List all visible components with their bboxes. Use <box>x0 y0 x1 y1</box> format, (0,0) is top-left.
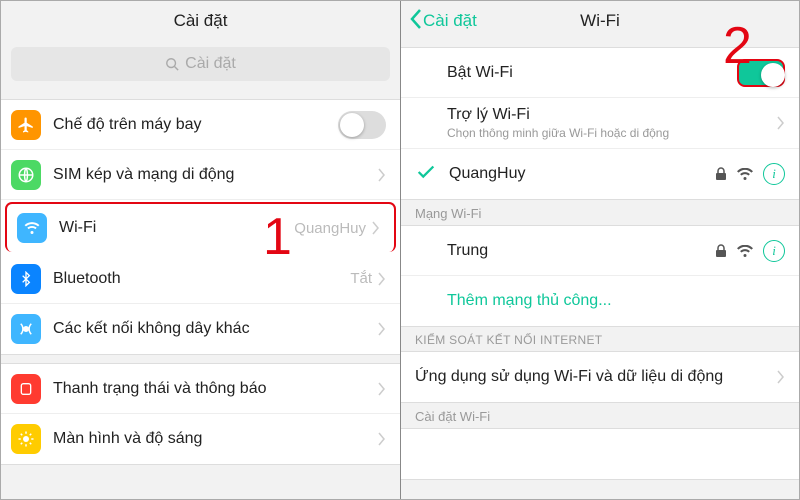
search-wrap: Cài đặt <box>1 41 400 91</box>
airplane-label: Chế độ trên máy bay <box>53 116 338 134</box>
bluetooth-icon <box>11 264 41 294</box>
checkmark-icon <box>415 161 439 188</box>
wifi-icon <box>17 213 47 243</box>
sim-row[interactable]: SIM kép và mạng di động <box>1 150 400 200</box>
chevron-right-icon <box>378 322 386 336</box>
chevron-right-icon <box>378 168 386 182</box>
status-bar-row[interactable]: Thanh trạng thái và thông báo <box>1 364 400 414</box>
apps-using-row[interactable]: Ứng dụng sử dụng Wi-Fi và dữ liệu di độn… <box>401 352 799 402</box>
wifi-enable-label: Bật Wi-Fi <box>447 64 737 82</box>
chevron-right-icon <box>378 272 386 286</box>
networks-group: Trung i Thêm mạng thủ công... <box>401 225 799 327</box>
display-label: Màn hình và độ sáng <box>53 430 378 448</box>
bluetooth-detail: Tắt <box>350 270 372 287</box>
wifi-detail: QuangHuy <box>294 220 366 237</box>
add-network-row[interactable]: Thêm mạng thủ công... <box>401 276 799 326</box>
wifi-settings-group <box>401 428 799 480</box>
status-bar-label: Thanh trạng thái và thông báo <box>53 380 378 398</box>
search-icon <box>165 57 179 71</box>
chevron-right-icon <box>378 432 386 446</box>
wifi-assistant-row[interactable]: Trợ lý Wi-Fi Chọn thông minh giữa Wi-Fi … <box>401 98 799 149</box>
connected-network-label: QuangHuy <box>449 165 715 183</box>
title-bar: Cài đặt <box>1 1 400 41</box>
info-icon[interactable]: i <box>763 240 785 262</box>
chevron-right-icon <box>777 116 785 130</box>
wifi-assistant-sub: Chọn thông minh giữa Wi-Fi hoặc di động <box>447 126 777 140</box>
wifi-settings-section-label: Cài đặt Wi-Fi <box>401 403 799 428</box>
back-button[interactable]: Cài đặt <box>409 8 477 35</box>
wifi-top-group: Bật Wi-Fi Trợ lý Wi-Fi Chọn thông minh g… <box>401 47 799 200</box>
networks-section-label: Mạng Wi-Fi <box>401 200 799 225</box>
page-title: Wi-Fi <box>580 11 620 31</box>
settings-pane: Cài đặt Cài đặt Chế độ trên máy bay SIM … <box>1 1 400 499</box>
wifi-pane: Cài đặt Wi-Fi Bật Wi-Fi Trợ lý Wi-Fi Chọ… <box>400 1 799 499</box>
notification-icon <box>11 374 41 404</box>
chevron-right-icon <box>372 221 380 235</box>
wifi-toggle[interactable] <box>737 59 785 87</box>
wifi-label: Wi-Fi <box>59 219 294 237</box>
wifi-assistant-label: Trợ lý Wi-Fi <box>447 106 777 124</box>
chevron-right-icon <box>378 382 386 396</box>
other-conn-row[interactable]: Các kết nối không dây khác <box>1 304 400 354</box>
chevron-left-icon <box>409 8 423 35</box>
other-conn-label: Các kết nối không dây khác <box>53 320 378 338</box>
apps-using-label: Ứng dụng sử dụng Wi-Fi và dữ liệu di độn… <box>415 368 777 386</box>
bluetooth-label: Bluetooth <box>53 270 350 288</box>
info-icon[interactable]: i <box>763 163 785 185</box>
wifi-row[interactable]: Wi-Fi QuangHuy <box>5 202 396 252</box>
network-row[interactable]: Trung i <box>401 226 799 276</box>
chevron-right-icon <box>777 370 785 384</box>
display-group: Thanh trạng thái và thông báo Màn hình v… <box>1 363 400 465</box>
connectivity-group: Chế độ trên máy bay SIM kép và mạng di đ… <box>1 99 400 355</box>
airplane-icon <box>11 110 41 140</box>
screenshot-frame: Cài đặt Cài đặt Chế độ trên máy bay SIM … <box>0 0 800 500</box>
globe-icon <box>11 160 41 190</box>
lock-icon <box>715 244 727 258</box>
sim-label: SIM kép và mạng di động <box>53 166 378 184</box>
connected-network-row[interactable]: QuangHuy i <box>401 149 799 199</box>
internet-control-section-label: KIỂM SOÁT KẾT NỐI INTERNET <box>401 327 799 351</box>
brightness-icon <box>11 424 41 454</box>
search-input[interactable]: Cài đặt <box>11 47 390 81</box>
lock-icon <box>715 167 727 181</box>
airplane-row[interactable]: Chế độ trên máy bay <box>1 100 400 150</box>
title-bar: Cài đặt Wi-Fi <box>401 1 799 41</box>
wifi-signal-icon <box>737 245 753 257</box>
search-placeholder: Cài đặt <box>185 55 236 73</box>
page-title: Cài đặt <box>174 11 228 31</box>
add-network-label: Thêm mạng thủ công... <box>447 292 785 310</box>
cutoff-row[interactable] <box>401 429 799 479</box>
display-row[interactable]: Màn hình và độ sáng <box>1 414 400 464</box>
bluetooth-row[interactable]: Bluetooth Tắt <box>1 254 400 304</box>
back-label: Cài đặt <box>423 11 477 31</box>
wifi-signal-icon <box>737 168 753 180</box>
airplane-toggle[interactable] <box>338 111 386 139</box>
wifi-enable-row: Bật Wi-Fi <box>401 48 799 98</box>
internet-control-group: Ứng dụng sử dụng Wi-Fi và dữ liệu di độn… <box>401 351 799 403</box>
wireless-icon <box>11 314 41 344</box>
network-name: Trung <box>447 242 715 260</box>
